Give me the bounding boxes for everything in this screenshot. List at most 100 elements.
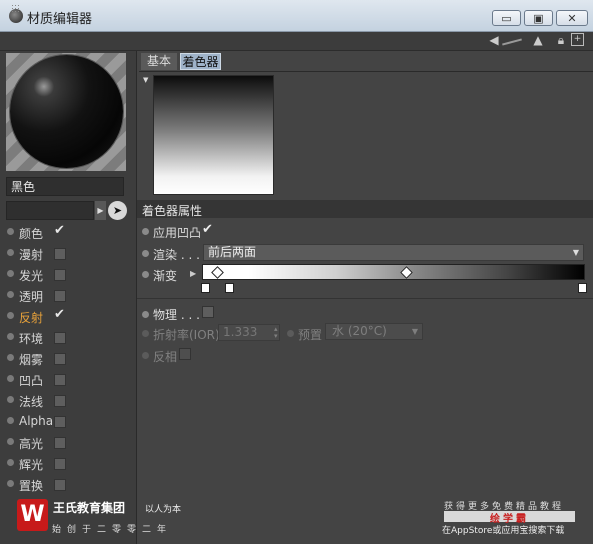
tab-divider bbox=[139, 71, 593, 72]
checkmark-icon[interactable]: ✔ bbox=[54, 223, 65, 238]
channel-item[interactable]: 颜色 ✔ bbox=[0, 222, 136, 242]
param-dot[interactable] bbox=[142, 271, 149, 278]
channel-label: 烟雾 bbox=[19, 353, 44, 367]
window-title: 材质编辑器 bbox=[27, 12, 93, 27]
channel-dot bbox=[7, 459, 14, 466]
gradient-bar[interactable] bbox=[202, 264, 585, 280]
render-select-value: 前后两面 bbox=[208, 245, 257, 259]
channel-item[interactable]: 发光 bbox=[0, 264, 136, 284]
section-title: 着色器属性 bbox=[142, 204, 203, 218]
invert-label: 反相 bbox=[153, 350, 178, 364]
channel-item[interactable]: 凹凸 bbox=[0, 369, 136, 389]
section-header bbox=[137, 200, 593, 218]
physical-label: 物理 . . . bbox=[153, 308, 200, 322]
gradient-stop[interactable] bbox=[225, 283, 234, 293]
channel-item[interactable]: 漫射 bbox=[0, 243, 136, 263]
pointer-icon[interactable]: ➤ bbox=[108, 201, 127, 220]
channel-checkbox[interactable] bbox=[54, 395, 66, 407]
back-arrow-icon[interactable]: ◀ bbox=[487, 33, 501, 47]
channel-item[interactable]: 透明 bbox=[0, 285, 136, 305]
channel-checkbox[interactable] bbox=[54, 290, 66, 302]
channel-item[interactable]: 高光 bbox=[0, 432, 136, 452]
channel-dot bbox=[7, 375, 14, 382]
gradient-stop[interactable] bbox=[201, 283, 210, 293]
texture-preview[interactable] bbox=[153, 75, 274, 195]
channel-label: 凹凸 bbox=[19, 374, 44, 388]
channel-dot bbox=[7, 417, 14, 424]
channel-item[interactable]: 环境 bbox=[0, 327, 136, 347]
checkmark-icon[interactable]: ✔ bbox=[54, 307, 65, 322]
maximize-button[interactable]: ▣ bbox=[524, 10, 553, 26]
channel-checkbox[interactable] bbox=[54, 248, 66, 260]
channel-dot bbox=[7, 480, 14, 487]
render-select[interactable]: 前后两面 ▼ bbox=[203, 244, 584, 261]
new-window-icon[interactable]: + bbox=[571, 33, 584, 46]
tab-basic[interactable]: 基本 bbox=[141, 53, 177, 70]
param-dot[interactable] bbox=[142, 311, 149, 318]
lock-icon[interactable]: 🔒︎ bbox=[554, 33, 568, 47]
channel-checkbox[interactable] bbox=[54, 332, 66, 344]
param-dot[interactable] bbox=[142, 228, 149, 235]
material-name-field[interactable]: 黑色 bbox=[6, 177, 124, 196]
channel-label: 置换 bbox=[19, 479, 44, 493]
tab-shader[interactable]: 着色器 bbox=[180, 53, 221, 70]
stepper-icon[interactable]: ▾ bbox=[274, 332, 278, 340]
channel-dot bbox=[7, 438, 14, 445]
param-dot[interactable] bbox=[142, 250, 149, 257]
channel-dot bbox=[7, 333, 14, 340]
channel-dot bbox=[7, 228, 14, 235]
channel-checkbox[interactable] bbox=[54, 479, 66, 491]
watermark-download: 在AppStore或应用宝搜索下载 bbox=[442, 526, 565, 536]
channel-checkbox[interactable] bbox=[54, 374, 66, 386]
apply-bump-label: 应用凹凸 bbox=[153, 226, 202, 240]
preview-sphere bbox=[10, 55, 123, 168]
channel-item[interactable]: Alpha bbox=[0, 411, 136, 431]
watermark-company: 王氏教育集团 bbox=[53, 501, 126, 515]
chevron-down-icon: ▼ bbox=[411, 327, 418, 336]
channel-label: Alpha bbox=[19, 414, 54, 428]
material-preview[interactable] bbox=[6, 53, 126, 171]
ior-field[interactable]: 1.333 bbox=[218, 324, 280, 341]
channel-dot bbox=[7, 249, 14, 256]
channel-checkbox[interactable] bbox=[54, 416, 66, 428]
channel-item[interactable]: 烟雾 bbox=[0, 348, 136, 368]
chevron-down-icon: ▼ bbox=[572, 248, 579, 257]
close-button[interactable]: ✕ bbox=[556, 10, 588, 26]
param-dot bbox=[142, 352, 149, 359]
minimize-button[interactable]: ▭ bbox=[492, 10, 521, 26]
divider bbox=[137, 298, 593, 299]
channel-label: 法线 bbox=[19, 395, 44, 409]
channel-item[interactable]: 辉光 bbox=[0, 453, 136, 473]
channel-checkbox[interactable] bbox=[54, 269, 66, 281]
watermark-logo: W bbox=[17, 499, 48, 531]
watermark-brand-box: 绘学霸 bbox=[444, 511, 575, 525]
channel-checkbox[interactable] bbox=[54, 437, 66, 449]
toolbar bbox=[0, 32, 593, 51]
param-dot bbox=[287, 330, 294, 337]
expand-arrow-icon[interactable]: ▶ bbox=[190, 269, 196, 278]
channel-dot bbox=[7, 270, 14, 277]
watermark-founded: 始创于二零零二年 bbox=[52, 525, 173, 535]
texture-menu-icon[interactable]: ▼ bbox=[143, 76, 148, 84]
physical-checkbox[interactable] bbox=[202, 306, 214, 318]
channel-item[interactable]: 法线 bbox=[0, 390, 136, 410]
preset-label: 预置 bbox=[298, 328, 323, 342]
watermark-slogan: 以人为本 bbox=[145, 505, 182, 515]
apply-bump-checkbox[interactable]: ✔ bbox=[202, 222, 213, 237]
expand-arrow-icon[interactable]: ▶ bbox=[95, 201, 106, 220]
invert-checkbox[interactable] bbox=[179, 348, 191, 360]
render-label: 渲染 . . . bbox=[153, 248, 200, 262]
up-arrow-icon[interactable]: ▲ bbox=[531, 33, 545, 47]
channel-item[interactable]: 反射 ✔ bbox=[0, 306, 136, 326]
channel-dot bbox=[7, 354, 14, 361]
gradient-stop[interactable] bbox=[578, 283, 587, 293]
grip-icon[interactable] bbox=[11, 4, 21, 14]
preset-select[interactable]: 水 (20°C) ▼ bbox=[325, 323, 423, 340]
channel-label: 发光 bbox=[19, 269, 44, 283]
channel-dot bbox=[7, 291, 14, 298]
channel-checkbox[interactable] bbox=[54, 458, 66, 470]
channel-item[interactable]: 置换 bbox=[0, 474, 136, 494]
layer-field[interactable] bbox=[6, 201, 94, 220]
channel-label: 颜色 bbox=[19, 227, 44, 241]
channel-checkbox[interactable] bbox=[54, 353, 66, 365]
